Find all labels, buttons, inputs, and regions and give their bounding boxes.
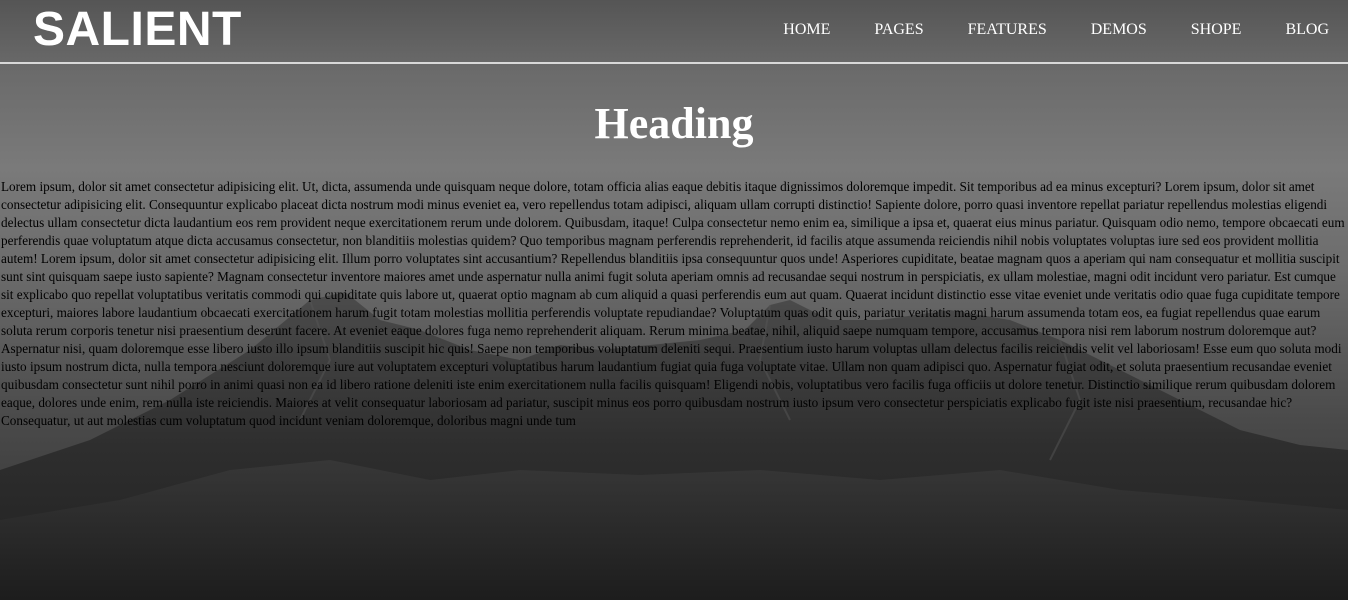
nav-demos-link[interactable]: DEMOS — [1091, 21, 1147, 39]
nav-blog-link[interactable]: BLOG — [1285, 21, 1329, 39]
body-paragraph: Lorem ipsum, dolor sit amet consectetur … — [1, 179, 1345, 428]
page-heading: Heading — [594, 99, 754, 148]
nav-home-link[interactable]: HOME — [783, 21, 830, 39]
nav-pages-link[interactable]: PAGES — [874, 21, 923, 39]
nav-shope-link[interactable]: SHOPE — [1191, 21, 1242, 39]
site-header: SALIENT HOME PAGES FEATURES DEMOS SHOPE … — [0, 0, 1348, 64]
site-logo[interactable]: SALIENT — [33, 4, 242, 56]
nav-features-link[interactable]: FEATURES — [968, 21, 1047, 39]
main-nav: HOME PAGES FEATURES DEMOS SHOPE BLOG — [739, 21, 1329, 39]
main-content: Heading Lorem ipsum, dolor sit amet cons… — [0, 64, 1348, 430]
